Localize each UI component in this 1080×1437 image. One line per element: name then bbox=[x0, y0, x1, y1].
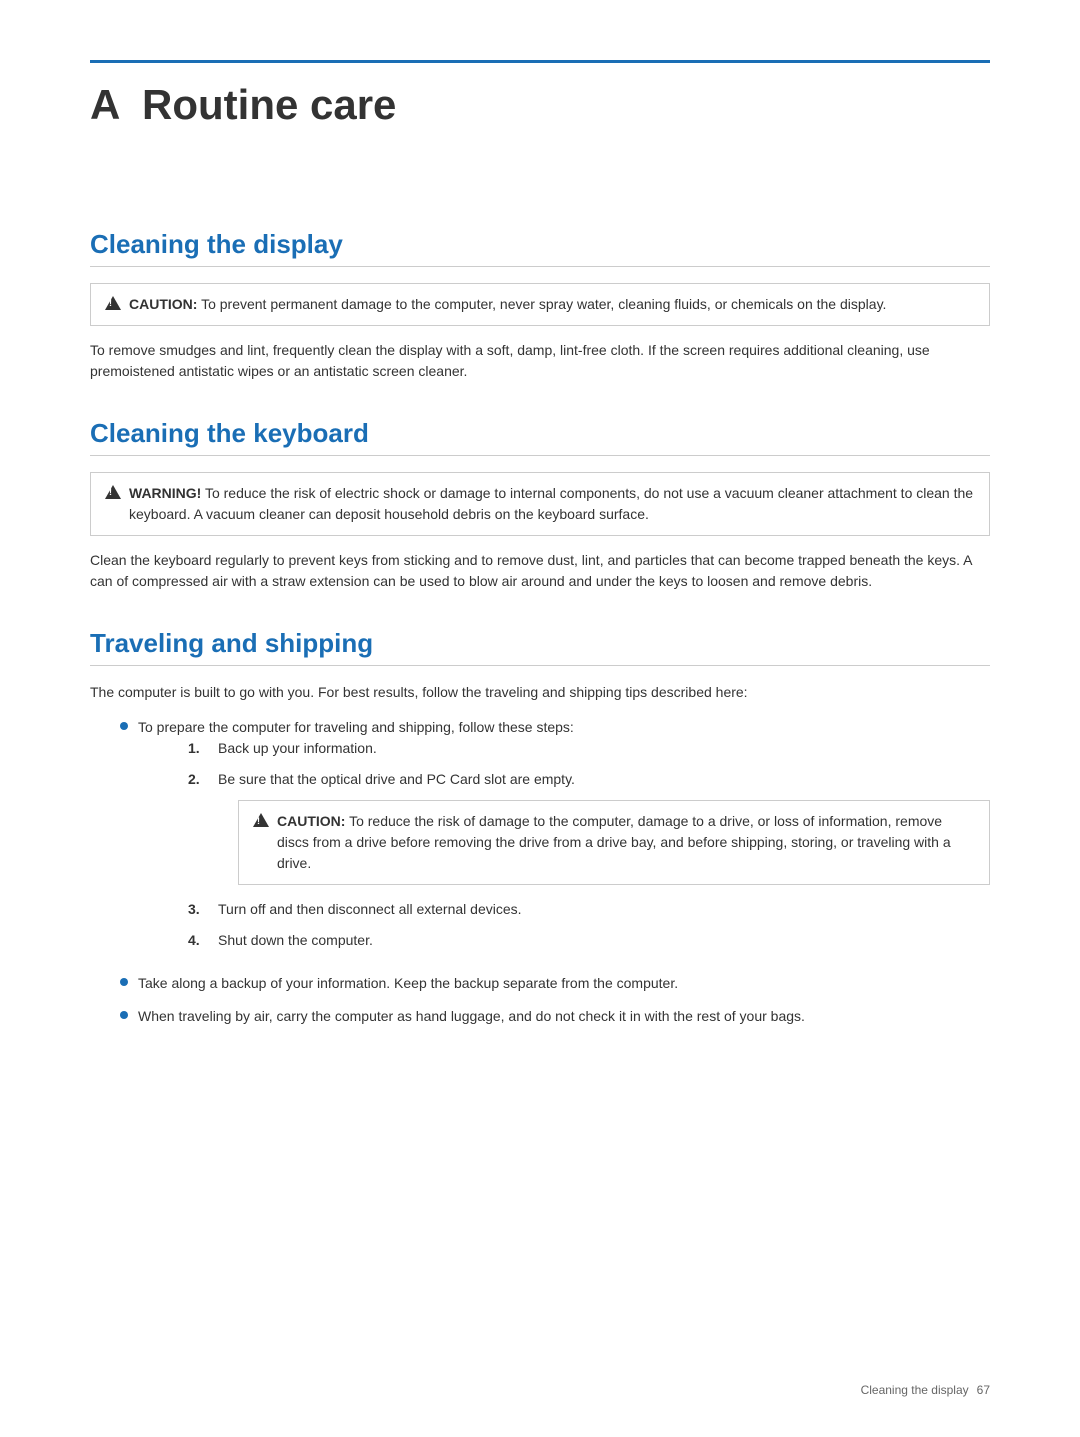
section-title-cleaning-display: Cleaning the display bbox=[90, 229, 990, 267]
chapter-header: A Routine care bbox=[90, 60, 990, 129]
body-text-display: To remove smudges and lint, frequently c… bbox=[90, 340, 990, 382]
body-text-traveling-intro: The computer is built to go with you. Fo… bbox=[90, 682, 990, 703]
warning-box-keyboard: WARNING! To reduce the risk of electric … bbox=[90, 472, 990, 536]
chapter-letter: A bbox=[90, 81, 120, 128]
page: A Routine care Cleaning the display CAUT… bbox=[0, 0, 1080, 1437]
section-cleaning-display: Cleaning the display CAUTION: To prevent… bbox=[90, 229, 990, 382]
warning-triangle-icon bbox=[105, 485, 121, 499]
footer-section-label: Cleaning the display bbox=[861, 1383, 969, 1397]
numbered-text-2: Be sure that the optical drive and PC Ca… bbox=[218, 769, 990, 790]
chapter-title-text: Routine care bbox=[142, 81, 396, 128]
section-traveling-shipping: Traveling and shipping The computer is b… bbox=[90, 628, 990, 1027]
warning-text-keyboard: To reduce the risk of electric shock or … bbox=[129, 485, 973, 522]
numbered-label-4: 4. bbox=[188, 930, 208, 951]
bullet-item-prepare: To prepare the computer for traveling an… bbox=[120, 717, 990, 961]
caution-box-display: CAUTION: To prevent permanent damage to … bbox=[90, 283, 990, 326]
bullet-label-prepare: To prepare the computer for traveling an… bbox=[138, 719, 574, 735]
caution-label-drive: CAUTION: bbox=[277, 813, 345, 829]
numbered-text-4: Shut down the computer. bbox=[218, 930, 990, 951]
body-text-keyboard: Clean the keyboard regularly to prevent … bbox=[90, 550, 990, 592]
bullet-text-prepare: To prepare the computer for traveling an… bbox=[138, 717, 990, 961]
bullet-dot-prepare bbox=[120, 722, 128, 730]
section-cleaning-keyboard: Cleaning the keyboard WARNING! To reduce… bbox=[90, 418, 990, 592]
numbered-text-3: Turn off and then disconnect all externa… bbox=[218, 899, 990, 920]
bullet-list-traveling: To prepare the computer for traveling an… bbox=[120, 717, 990, 1027]
numbered-list-steps: 1. Back up your information. 2. Be sure … bbox=[188, 738, 990, 951]
bullet-item-backup: Take along a backup of your information.… bbox=[120, 973, 990, 994]
caution-text-drive: To reduce the risk of damage to the comp… bbox=[277, 813, 951, 871]
caution-box-drive: CAUTION: To reduce the risk of damage to… bbox=[238, 800, 990, 885]
bullet-dot-backup bbox=[120, 978, 128, 986]
numbered-item-4: 4. Shut down the computer. bbox=[188, 930, 990, 951]
caution-box-content-drive: CAUTION: To reduce the risk of damage to… bbox=[277, 811, 975, 874]
numbered-label-3: 3. bbox=[188, 899, 208, 920]
caution-triangle-drive-icon bbox=[253, 813, 269, 827]
caution-box-content-display: CAUTION: To prevent permanent damage to … bbox=[129, 294, 975, 315]
bullet-dot-air bbox=[120, 1011, 128, 1019]
numbered-item-2: 2. Be sure that the optical drive and PC… bbox=[188, 769, 990, 790]
section-title-traveling: Traveling and shipping bbox=[90, 628, 990, 666]
warning-label-keyboard: WARNING! bbox=[129, 485, 201, 501]
caution-triangle-icon bbox=[105, 296, 121, 310]
numbered-label-2: 2. bbox=[188, 769, 208, 790]
bullet-text-backup: Take along a backup of your information.… bbox=[138, 973, 990, 994]
numbered-item-3: 3. Turn off and then disconnect all exte… bbox=[188, 899, 990, 920]
caution-box-drive-inner: CAUTION: To reduce the risk of damage to… bbox=[238, 800, 990, 885]
numbered-label-1: 1. bbox=[188, 738, 208, 759]
numbered-item-1: 1. Back up your information. bbox=[188, 738, 990, 759]
caution-label-display: CAUTION: bbox=[129, 296, 197, 312]
footer-text: Cleaning the display 67 bbox=[861, 1383, 990, 1397]
bullet-item-air: When traveling by air, carry the compute… bbox=[120, 1006, 990, 1027]
warning-box-content-keyboard: WARNING! To reduce the risk of electric … bbox=[129, 483, 975, 525]
caution-text-display: To prevent permanent damage to the compu… bbox=[201, 296, 886, 312]
footer-page-number: 67 bbox=[977, 1383, 990, 1397]
section-title-cleaning-keyboard: Cleaning the keyboard bbox=[90, 418, 990, 456]
numbered-text-1: Back up your information. bbox=[218, 738, 990, 759]
bullet-text-air: When traveling by air, carry the compute… bbox=[138, 1006, 990, 1027]
chapter-title: A Routine care bbox=[90, 81, 990, 129]
page-footer: Cleaning the display 67 bbox=[861, 1383, 990, 1397]
